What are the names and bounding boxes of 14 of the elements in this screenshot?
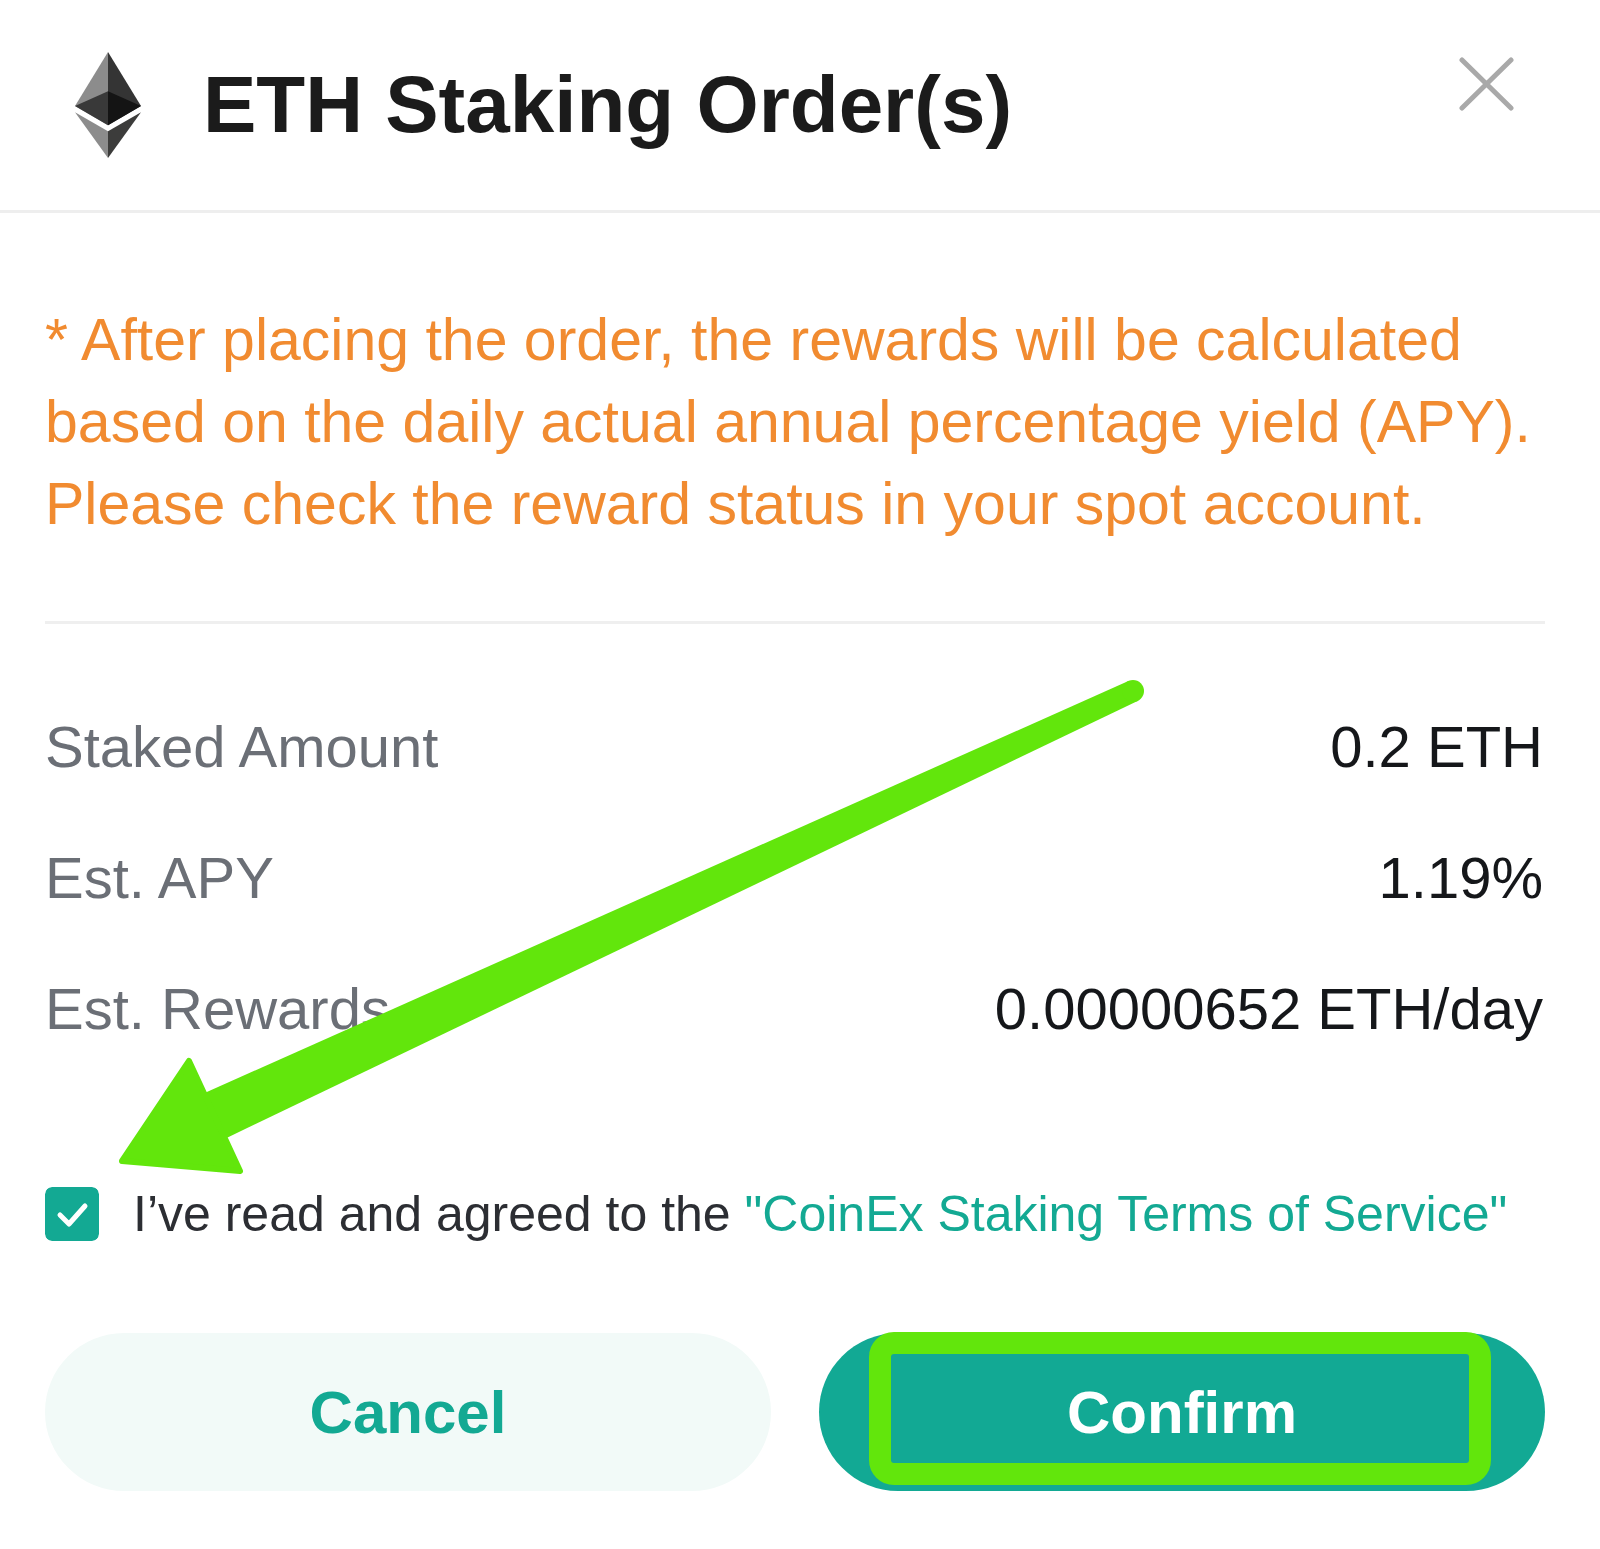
notice-text: * After placing the order, the rewards will be calculated based on the daily actual annual percentage yield (APY). Please check the reward status in your spot account. <box>45 306 1532 539</box>
dialog-title: ETH Staking Order(s) <box>203 59 1013 151</box>
detail-label: Staked Amount <box>45 713 439 781</box>
cancel-button[interactable]: Cancel <box>45 1333 771 1491</box>
detail-label: Est. APY <box>45 844 274 912</box>
agreement-text: I’ve read and agreed to the "CoinEx Staking Terms of Service" <box>133 1187 1508 1241</box>
terms-link[interactable]: "CoinEx Staking Terms of Service" <box>744 1186 1508 1242</box>
ethereum-logo-icon <box>75 52 141 158</box>
close-icon <box>1459 57 1514 111</box>
detail-value: 0.2 ETH <box>1330 713 1543 781</box>
detail-value: 0.00000652 ETH/day <box>994 975 1543 1043</box>
checkbox-icon[interactable] <box>45 1187 99 1241</box>
close-button[interactable] <box>1459 57 1514 111</box>
detail-value: 1.19% <box>1378 844 1543 912</box>
